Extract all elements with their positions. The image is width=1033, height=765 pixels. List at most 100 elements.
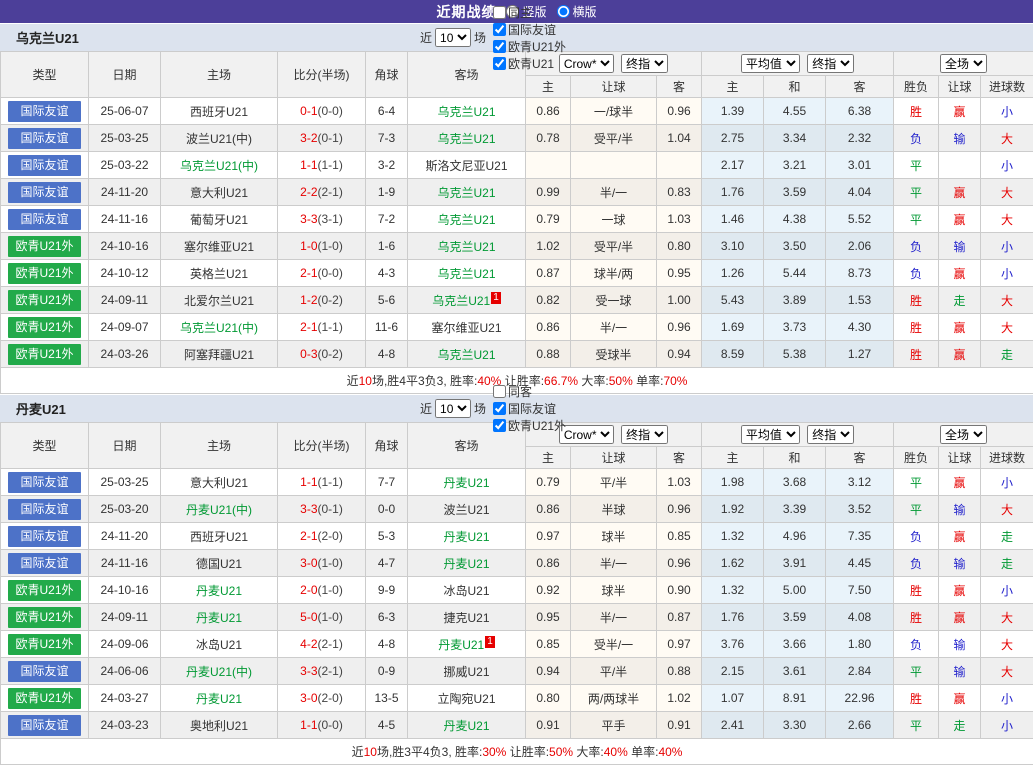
score-cell[interactable]: 1-1(0-0) xyxy=(278,712,366,739)
score-cell[interactable]: 1-2(0-2) xyxy=(278,287,366,314)
average-select[interactable]: 平均值 xyxy=(741,54,800,73)
goals-result-cell: 小 xyxy=(981,152,1033,179)
away-team-name[interactable]: 挪威U21 xyxy=(443,665,489,679)
score-cell[interactable]: 5-0(1-0) xyxy=(278,604,366,631)
away-team-name[interactable]: 塞尔维亚U21 xyxy=(431,321,501,335)
filter-checkbox-欧青U21外[interactable]: 欧青U21外 xyxy=(489,417,566,434)
away-team-name[interactable]: 捷克U21 xyxy=(443,611,489,625)
away-team-name[interactable]: 丹麦U21 xyxy=(443,530,489,544)
score-cell[interactable]: 2-1(1-1) xyxy=(278,314,366,341)
away-team-name[interactable]: 丹麦U21 xyxy=(438,638,484,652)
home-team-name[interactable]: 英格兰U21 xyxy=(190,267,248,281)
score-cell[interactable]: 3-0(1-0) xyxy=(278,550,366,577)
avg-home: 2.17 xyxy=(702,152,764,179)
home-team-name[interactable]: 阿塞拜疆U21 xyxy=(184,348,254,362)
checkbox-欧青U21外[interactable] xyxy=(493,419,506,432)
away-team-name[interactable]: 乌克兰U21 xyxy=(437,267,495,281)
away-team-name[interactable]: 乌克兰U21 xyxy=(437,240,495,254)
home-team-name[interactable]: 丹麦U21 xyxy=(196,611,242,625)
filter-checkbox-国际友谊[interactable]: 国际友谊 xyxy=(489,400,566,417)
checkbox-欧青U21外[interactable] xyxy=(493,40,506,53)
away-team-name[interactable]: 乌克兰U21 xyxy=(437,105,495,119)
score-cell[interactable]: 0-1(0-0) xyxy=(278,98,366,125)
home-team-name[interactable]: 丹麦U21 xyxy=(196,692,242,706)
home-team-name[interactable]: 冰岛U21 xyxy=(196,638,242,652)
away-team-name[interactable]: 丹麦U21 xyxy=(443,476,489,490)
score-cell[interactable]: 3-2(0-1) xyxy=(278,125,366,152)
table-row: 欧青U21外24-03-26阿塞拜疆U210-3(0-2)4-8乌克兰U210.… xyxy=(1,341,1033,368)
away-team-name[interactable]: 丹麦U21 xyxy=(443,719,489,733)
final-odds-select[interactable]: 终指 xyxy=(621,425,668,444)
score-cell[interactable]: 1-1(1-1) xyxy=(278,152,366,179)
score-cell[interactable]: 2-1(2-0) xyxy=(278,523,366,550)
away-team-name[interactable]: 乌克兰U21 xyxy=(437,213,495,227)
checkbox-同主[interactable] xyxy=(493,6,506,19)
home-team-name[interactable]: 西班牙U21 xyxy=(190,105,248,119)
home-team-name[interactable]: 葡萄牙U21 xyxy=(190,213,248,227)
avg-home: 1.62 xyxy=(702,550,764,577)
final-odds-select-2[interactable]: 终指 xyxy=(807,54,854,73)
match-type-badge: 欧青U21外 xyxy=(8,580,81,601)
home-team-name[interactable]: 意大利U21 xyxy=(190,186,248,200)
away-team-name[interactable]: 冰岛U21 xyxy=(443,584,489,598)
goals-result-cell: 大 xyxy=(981,125,1033,152)
away-team-name[interactable]: 斯洛文尼亚U21 xyxy=(425,159,507,173)
home-team-name[interactable]: 意大利U21 xyxy=(190,476,248,490)
away-team-name[interactable]: 乌克兰U21 xyxy=(432,294,490,308)
away-team-name[interactable]: 乌克兰U21 xyxy=(437,132,495,146)
away-team-name[interactable]: 波兰U21 xyxy=(443,503,489,517)
match-type-badge: 国际友谊 xyxy=(8,661,81,682)
handicap-result-badge: 赢 xyxy=(954,348,966,362)
home-team-name[interactable]: 丹麦U21(中) xyxy=(186,503,252,517)
filter-checkbox-同客[interactable]: 同客 xyxy=(489,383,566,400)
away-team-name[interactable]: 乌克兰U21 xyxy=(437,348,495,362)
score-cell[interactable]: 3-0(2-0) xyxy=(278,685,366,712)
filter-checkbox-欧青U21外[interactable]: 欧青U21外 xyxy=(489,38,566,55)
bookmaker-select[interactable]: Crow* xyxy=(559,425,614,444)
result-cell: 胜 xyxy=(894,685,939,712)
fulltime-select[interactable]: 全场 xyxy=(940,425,987,444)
away-team-name[interactable]: 丹麦U21 xyxy=(443,557,489,571)
away-team-name[interactable]: 立陶宛U21 xyxy=(437,692,495,706)
checkbox-同客[interactable] xyxy=(493,385,506,398)
score-cell[interactable]: 4-2(2-1) xyxy=(278,631,366,658)
home-team-name[interactable]: 乌克兰U21(中) xyxy=(180,159,258,173)
filter-checkbox-国际友谊[interactable]: 国际友谊 xyxy=(489,21,566,38)
home-team-name[interactable]: 乌克兰U21(中) xyxy=(180,321,258,335)
score-cell[interactable]: 3-3(3-1) xyxy=(278,206,366,233)
home-team-name[interactable]: 奥地利U21 xyxy=(190,719,248,733)
bookmaker-select[interactable]: Crow* xyxy=(559,54,614,73)
final-odds-select[interactable]: 终指 xyxy=(621,54,668,73)
match-type-badge: 欧青U21外 xyxy=(8,263,81,284)
final-odds-select-2[interactable]: 终指 xyxy=(807,425,854,444)
recent-games-select[interactable]: 10 xyxy=(435,28,471,47)
score-cell[interactable]: 2-0(1-0) xyxy=(278,577,366,604)
home-team-name[interactable]: 西班牙U21 xyxy=(190,530,248,544)
home-team-name[interactable]: 波兰U21(中) xyxy=(186,132,252,146)
score-cell[interactable]: 1-1(1-1) xyxy=(278,469,366,496)
home-team-name[interactable]: 北爱尔兰U21 xyxy=(184,294,254,308)
match-date: 25-03-25 xyxy=(89,125,161,152)
score-cell[interactable]: 0-3(0-2) xyxy=(278,341,366,368)
recent-games-select[interactable]: 10 xyxy=(435,399,471,418)
table-row: 国际友谊24-11-20西班牙U212-1(2-0)5-3丹麦U210.97球半… xyxy=(1,523,1033,550)
score-cell[interactable]: 2-2(2-1) xyxy=(278,179,366,206)
filter-checkbox-欧青U21[interactable]: 欧青U21 xyxy=(489,55,566,72)
score-cell[interactable]: 2-1(0-0) xyxy=(278,260,366,287)
fulltime-select[interactable]: 全场 xyxy=(940,54,987,73)
summary-segment: 近 xyxy=(352,745,364,759)
checkbox-国际友谊[interactable] xyxy=(493,23,506,36)
score-cell[interactable]: 3-3(2-1) xyxy=(278,658,366,685)
away-team-name[interactable]: 乌克兰U21 xyxy=(437,186,495,200)
average-select[interactable]: 平均值 xyxy=(741,425,800,444)
score-cell[interactable]: 3-3(0-1) xyxy=(278,496,366,523)
checkbox-国际友谊[interactable] xyxy=(493,402,506,415)
checkbox-欧青U21[interactable] xyxy=(493,57,506,70)
score-cell[interactable]: 1-0(1-0) xyxy=(278,233,366,260)
avg-draw: 8.91 xyxy=(764,685,826,712)
home-team-name[interactable]: 丹麦U21(中) xyxy=(186,665,252,679)
home-team-name[interactable]: 塞尔维亚U21 xyxy=(184,240,254,254)
home-team-name[interactable]: 丹麦U21 xyxy=(196,584,242,598)
filter-checkbox-同主[interactable]: 同主 xyxy=(489,4,566,21)
home-team-name[interactable]: 德国U21 xyxy=(196,557,242,571)
